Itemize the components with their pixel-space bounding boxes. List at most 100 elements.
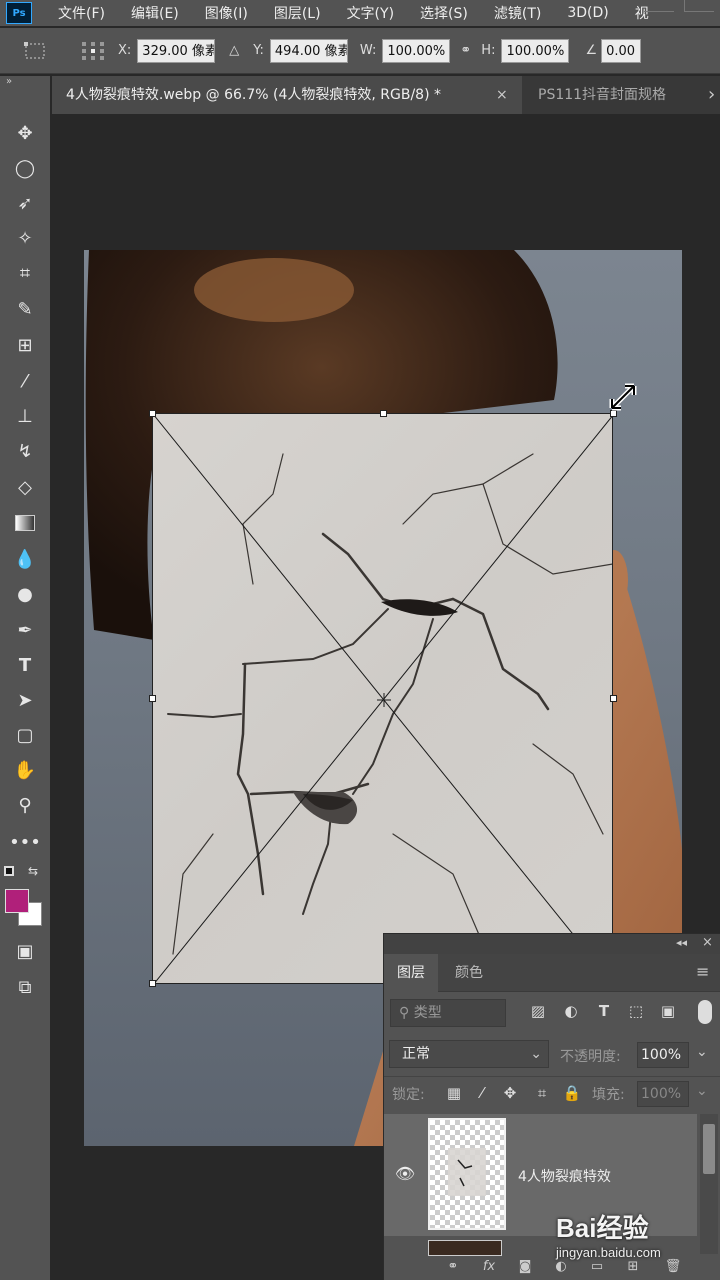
clone-stamp-icon[interactable]: ⊥ [8, 401, 42, 431]
tab-color[interactable]: 颜色 [442, 954, 496, 992]
path-selection-icon[interactable]: ➤ [8, 685, 42, 715]
x-label: X: [118, 43, 132, 58]
add-mask-icon[interactable]: ◙ [514, 1259, 536, 1279]
image-filter-icon[interactable]: ▨ [526, 999, 550, 1023]
menu-select[interactable]: 选择(S) [420, 3, 468, 23]
panel-scrollbar[interactable] [700, 1114, 718, 1254]
menu-filter[interactable]: 滤镜(T) [494, 3, 541, 23]
fill-chevron-icon[interactable]: ⌄ [696, 1083, 708, 1099]
y-field[interactable]: 494.00 像素 [269, 38, 348, 63]
dodge-icon[interactable]: ● [8, 579, 42, 609]
baidu-watermark: Bai经验 jingyan.baidu.com [556, 1208, 661, 1260]
cracked-texture-layer[interactable] [152, 413, 613, 984]
panel-close-icon[interactable]: × [702, 935, 713, 950]
maximize-button[interactable] [684, 0, 714, 12]
screen-mode-icon[interactable]: ⧉ [8, 972, 42, 1002]
lock-all-icon[interactable]: 🔒 [560, 1081, 584, 1105]
blend-mode-select[interactable]: 正常 ⌄ [389, 1040, 549, 1068]
layer-search-placeholder: 类型 [413, 1005, 442, 1021]
transform-handle-top[interactable] [380, 410, 387, 417]
link-layers-icon[interactable]: ⚭ [442, 1259, 464, 1279]
type-filter-icon[interactable]: T [592, 999, 616, 1023]
menu-file[interactable]: 文件(F) [58, 3, 105, 23]
quick-mask-icon[interactable]: ▣ [8, 936, 42, 966]
tab-active-document[interactable]: 4人物裂痕特效.webp @ 66.7% (4人物裂痕特效, RGB/8) * … [52, 76, 522, 114]
more-tools-icon[interactable]: ••• [8, 827, 42, 857]
menu-layer[interactable]: 图层(L) [274, 3, 321, 23]
lock-artboard-icon[interactable]: ⌗ [530, 1081, 554, 1105]
brush-icon[interactable]: ⁄ [8, 366, 42, 396]
reference-point-icon[interactable] [78, 39, 108, 63]
hand-icon[interactable]: ✋ [8, 755, 42, 785]
transform-handle-bottom-left[interactable] [149, 980, 156, 987]
layers-panel: ◂◂ × 图层 颜色 ≡ ⚲ 类型 ▨ ◐ T ⬚ ▣ 正常 ⌄ 不透明度: 1… [383, 933, 720, 1280]
zoom-icon[interactable]: ⚲ [8, 790, 42, 820]
lock-transparent-icon[interactable]: ▦ [442, 1081, 466, 1105]
link-icon[interactable]: ⚭ [460, 43, 471, 58]
lock-pixels-icon[interactable]: ⁄ [470, 1081, 494, 1105]
default-colors-icon[interactable] [4, 866, 14, 876]
transform-icon[interactable] [22, 39, 50, 63]
gradient-icon[interactable] [8, 508, 42, 538]
transform-handle-left[interactable] [149, 695, 156, 702]
new-layer-icon[interactable]: ⊞ [622, 1259, 644, 1279]
menu-edit[interactable]: 编辑(E) [131, 3, 179, 23]
lock-position-icon[interactable]: ✥ [498, 1081, 522, 1105]
fill-field[interactable]: 100% [637, 1081, 689, 1107]
tab-layers[interactable]: 图层 [384, 954, 438, 992]
background-layer-thumbnail[interactable] [428, 1240, 502, 1256]
h-label: H: [481, 43, 496, 58]
filter-toggle[interactable] [698, 1000, 712, 1024]
ellipse-marquee-icon[interactable]: ◯ [8, 153, 42, 183]
history-brush-icon[interactable]: ↯ [8, 436, 42, 466]
lasso-icon[interactable]: ➶ [8, 188, 42, 218]
shape-filter-icon[interactable]: ⬚ [624, 999, 648, 1023]
adjustment-filter-icon[interactable]: ◐ [559, 999, 583, 1023]
x-field[interactable]: 329.00 像素 [137, 38, 216, 63]
visibility-eye-icon[interactable]: 👁 [394, 1164, 416, 1186]
opacity-chevron-icon[interactable]: ⌄ [696, 1044, 708, 1060]
healing-brush-icon[interactable]: ⊞ [8, 330, 42, 360]
foreground-color-swatch[interactable] [5, 889, 29, 913]
eraser-icon[interactable]: ◇ [8, 472, 42, 502]
w-field[interactable]: 100.00% [382, 38, 451, 63]
move-tool-icon[interactable]: ✥ [8, 118, 42, 148]
fx-icon[interactable]: fx [478, 1259, 500, 1279]
crop-icon[interactable]: ⌗ [8, 258, 42, 288]
panel-title-bar: ◂◂ × [384, 934, 720, 954]
blend-row: 正常 ⌄ 不透明度: 100% ⌄ [384, 1034, 720, 1074]
layer-name[interactable]: 4人物裂痕特效 [518, 1166, 611, 1186]
new-group-icon[interactable]: ▭ [586, 1259, 608, 1279]
layer-thumbnail[interactable] [428, 1118, 506, 1230]
eyedropper-icon[interactable]: ✎ [8, 294, 42, 324]
tab-close-icon[interactable]: × [496, 76, 508, 114]
panel-menu-icon[interactable]: ≡ [696, 962, 709, 981]
delta-icon[interactable]: △ [229, 43, 239, 58]
smart-object-filter-icon[interactable]: ▣ [656, 999, 680, 1023]
blur-icon[interactable]: 💧 [8, 544, 42, 574]
tab-second-document[interactable]: PS111抖音封面规格 [524, 76, 720, 114]
transform-handle-right[interactable] [610, 695, 617, 702]
watermark-url: jingyan.baidu.com [556, 1245, 661, 1260]
type-icon[interactable]: T [8, 650, 42, 680]
opacity-field[interactable]: 100% [637, 1042, 689, 1068]
angle-field[interactable]: 0.00 [601, 38, 642, 63]
scrollbar-thumb[interactable] [703, 1124, 715, 1174]
h-field[interactable]: 100.00% [501, 38, 570, 63]
minimize-button[interactable] [644, 0, 674, 12]
adjustment-layer-icon[interactable]: ◐ [550, 1259, 572, 1279]
menu-image[interactable]: 图像(I) [205, 3, 248, 23]
menu-type[interactable]: 文字(Y) [347, 3, 394, 23]
panel-collapse-icon[interactable]: ◂◂ [676, 936, 687, 949]
tab-overflow-icon[interactable]: › [708, 84, 715, 105]
transform-handle-top-left[interactable] [149, 410, 156, 417]
swap-colors-icon[interactable]: ⇆ [28, 864, 38, 878]
rectangle-icon[interactable]: ▢ [8, 720, 42, 750]
delete-layer-icon[interactable]: 🗑 [662, 1259, 684, 1279]
magic-wand-icon[interactable]: ✧ [8, 223, 42, 253]
pen-icon[interactable]: ✒ [8, 615, 42, 645]
layer-search-input[interactable]: ⚲ 类型 [390, 999, 506, 1027]
blend-mode-value: 正常 [402, 1046, 430, 1062]
collapse-icon[interactable]: » [6, 76, 12, 87]
menu-3d[interactable]: 3D(D) [567, 5, 608, 21]
